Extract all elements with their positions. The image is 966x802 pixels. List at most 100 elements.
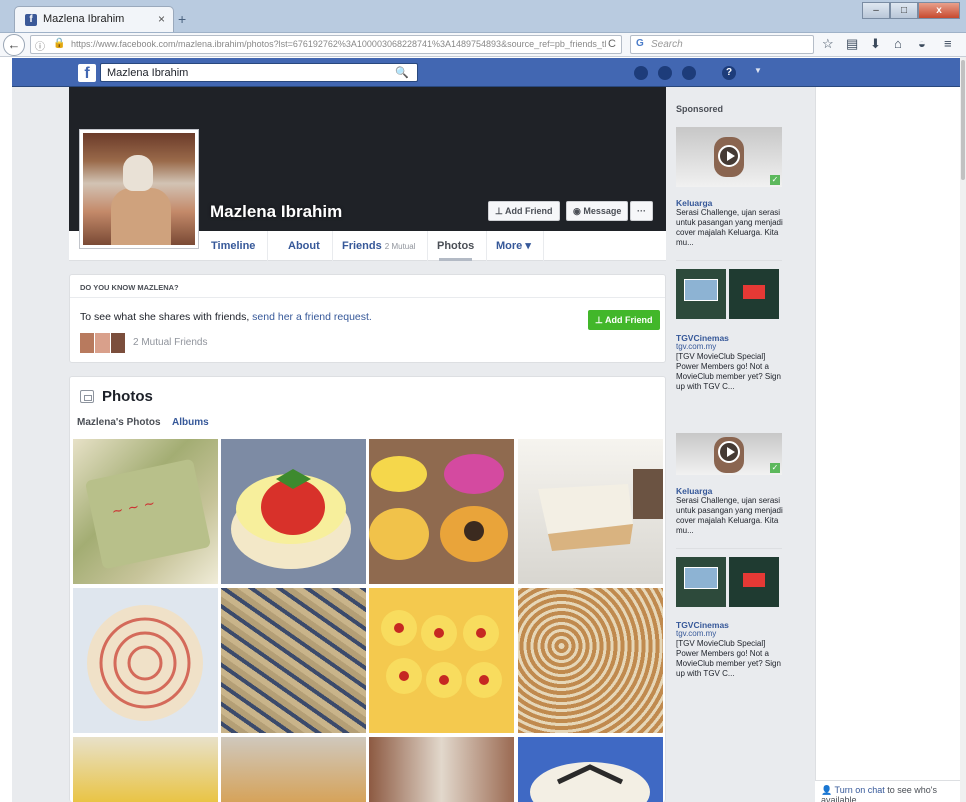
add-friend-button[interactable]: ⊥ Add Friend: [488, 201, 560, 221]
divider: [676, 548, 782, 549]
messages-icon[interactable]: [658, 66, 672, 80]
add-friend-icon: ⊥: [595, 315, 606, 325]
minimize-button[interactable]: –: [862, 2, 890, 19]
avatar: [110, 333, 125, 353]
friend-request-link[interactable]: send her a friend request.: [252, 311, 372, 323]
play-icon[interactable]: [718, 145, 740, 167]
bookmark-star-icon[interactable]: ☆: [822, 36, 834, 52]
chat-person-icon: 👤: [821, 785, 835, 795]
tab-close-icon[interactable]: ×: [158, 12, 165, 26]
ad-image[interactable]: [676, 269, 726, 319]
back-button[interactable]: ←: [3, 34, 25, 56]
photo-tile[interactable]: [518, 588, 663, 733]
facebook-favicon-icon: f: [25, 14, 37, 26]
profile-name[interactable]: Mazlena Ibrahim: [210, 202, 342, 222]
photo-tile[interactable]: [221, 737, 366, 802]
new-tab-button[interactable]: +: [178, 11, 186, 27]
profile-picture[interactable]: [79, 129, 199, 249]
downloads-icon[interactable]: ⬇: [870, 36, 881, 52]
tab-photos[interactable]: Photos: [425, 231, 488, 261]
facebook-logo-icon[interactable]: f: [78, 64, 96, 82]
ad-description[interactable]: Serasi Challenge, ujan serasi untuk pasa…: [676, 496, 784, 536]
tab-title: Mazlena Ibrahim: [43, 13, 125, 25]
ad-image-detail: [743, 573, 765, 587]
menu-icon[interactable]: ≡: [944, 36, 952, 51]
notifications-globe-icon[interactable]: [682, 66, 696, 80]
photo-tile[interactable]: [221, 439, 366, 584]
photo-tile[interactable]: [73, 588, 218, 733]
message-button[interactable]: ◉ Message: [566, 201, 629, 221]
chat-sidebar: [815, 87, 960, 802]
photo-tile[interactable]: [518, 439, 663, 584]
search-placeholder: Search: [651, 39, 683, 50]
ad-image[interactable]: [676, 557, 726, 607]
more-options-button[interactable]: ···: [630, 201, 653, 221]
add-friend-icon: ⊥: [495, 206, 506, 216]
search-icon[interactable]: 🔍: [395, 66, 409, 79]
browser-tab[interactable]: f Mazlena Ibrahim ×: [14, 6, 174, 32]
ad-description[interactable]: [TGV MovieClub Special] Power Members go…: [676, 352, 784, 392]
check-badge-icon: ✓: [770, 463, 780, 473]
ad-title[interactable]: Keluarga: [676, 198, 712, 208]
photo-tile-image: [87, 605, 203, 721]
window-controls: – □ x: [862, 2, 960, 19]
photo-tile-image: [369, 454, 508, 562]
avatar: [95, 333, 110, 353]
reading-list-icon[interactable]: ▤: [846, 36, 858, 52]
ad-image-detail: [743, 285, 765, 299]
tab-about[interactable]: About: [276, 231, 333, 261]
photo-tile[interactable]: [518, 737, 663, 802]
mutual-count: 2 Mutual: [384, 242, 416, 251]
ad-url[interactable]: tgv.com.my: [676, 629, 716, 638]
divider: [70, 297, 665, 298]
profile-photo-image: [83, 133, 195, 245]
account-menu-chevron-down-icon[interactable]: ▼: [754, 66, 762, 75]
tab-more[interactable]: More ▾: [484, 231, 544, 261]
tab-timeline[interactable]: Timeline: [199, 231, 269, 261]
ad-video-thumbnail[interactable]: ✓: [676, 127, 782, 187]
check-badge-icon: ✓: [770, 175, 780, 185]
chat-status-bar: 👤 Turn on chat to see who's available: [815, 780, 960, 802]
facebook-search-value: Mazlena Ibrahim: [107, 67, 189, 79]
avatar: [80, 333, 95, 353]
photo-tile[interactable]: [369, 588, 514, 733]
photo-tile[interactable]: ~ ~ ~: [73, 439, 218, 584]
home-icon[interactable]: ⌂: [894, 36, 902, 51]
photo-tile-image: [381, 610, 502, 698]
turn-on-chat-link[interactable]: Turn on chat: [835, 785, 885, 795]
ad-description[interactable]: Serasi Challenge, ujan serasi untuk pasa…: [676, 208, 784, 248]
ad-image[interactable]: [729, 269, 779, 319]
browser-navbar: ← ⓘ 🔒 https://www.facebook.com/mazlena.i…: [0, 33, 966, 57]
photo-tile[interactable]: [369, 439, 514, 584]
tab-mazlenas-photos[interactable]: Mazlena's Photos: [77, 417, 161, 428]
close-window-button[interactable]: x: [918, 2, 960, 19]
divider: [676, 260, 782, 261]
tab-friends[interactable]: Friends 2 Mutual: [330, 231, 429, 261]
url-bar[interactable]: ⓘ 🔒 https://www.facebook.com/mazlena.ibr…: [30, 35, 622, 54]
browser-search-input[interactable]: G Search: [630, 35, 814, 54]
mutual-friends-text[interactable]: 2 Mutual Friends: [133, 337, 207, 348]
mutual-friends-faces[interactable]: [80, 333, 126, 353]
know-card: DO YOU KNOW MAZLENA? To see what she sha…: [69, 274, 666, 363]
ad-image[interactable]: [729, 557, 779, 607]
play-icon[interactable]: [718, 441, 740, 463]
maximize-button[interactable]: □: [890, 2, 918, 19]
help-icon[interactable]: ?: [722, 66, 736, 80]
ad-description[interactable]: [TGV MovieClub Special] Power Members go…: [676, 639, 784, 679]
scrollbar-thumb[interactable]: [961, 60, 965, 180]
ad-video-thumbnail[interactable]: ✓: [676, 433, 782, 475]
info-icon[interactable]: ⓘ: [35, 38, 45, 53]
ad-image-detail: [684, 567, 718, 589]
add-friend-green-button[interactable]: ⊥ Add Friend: [588, 310, 660, 330]
tab-albums[interactable]: Albums: [172, 417, 209, 428]
reload-icon[interactable]: C: [608, 38, 616, 50]
photo-tile[interactable]: [221, 588, 366, 733]
search-engine-icon[interactable]: G: [636, 38, 644, 49]
ad-title[interactable]: Keluarga: [676, 486, 712, 496]
photo-tile[interactable]: [73, 737, 218, 802]
friend-requests-icon[interactable]: [634, 66, 648, 80]
ad-url[interactable]: tgv.com.my: [676, 342, 716, 351]
facebook-search-input[interactable]: Mazlena Ibrahim 🔍: [100, 63, 418, 82]
pocket-icon[interactable]: ◒: [918, 36, 926, 51]
photo-tile[interactable]: [369, 737, 514, 802]
